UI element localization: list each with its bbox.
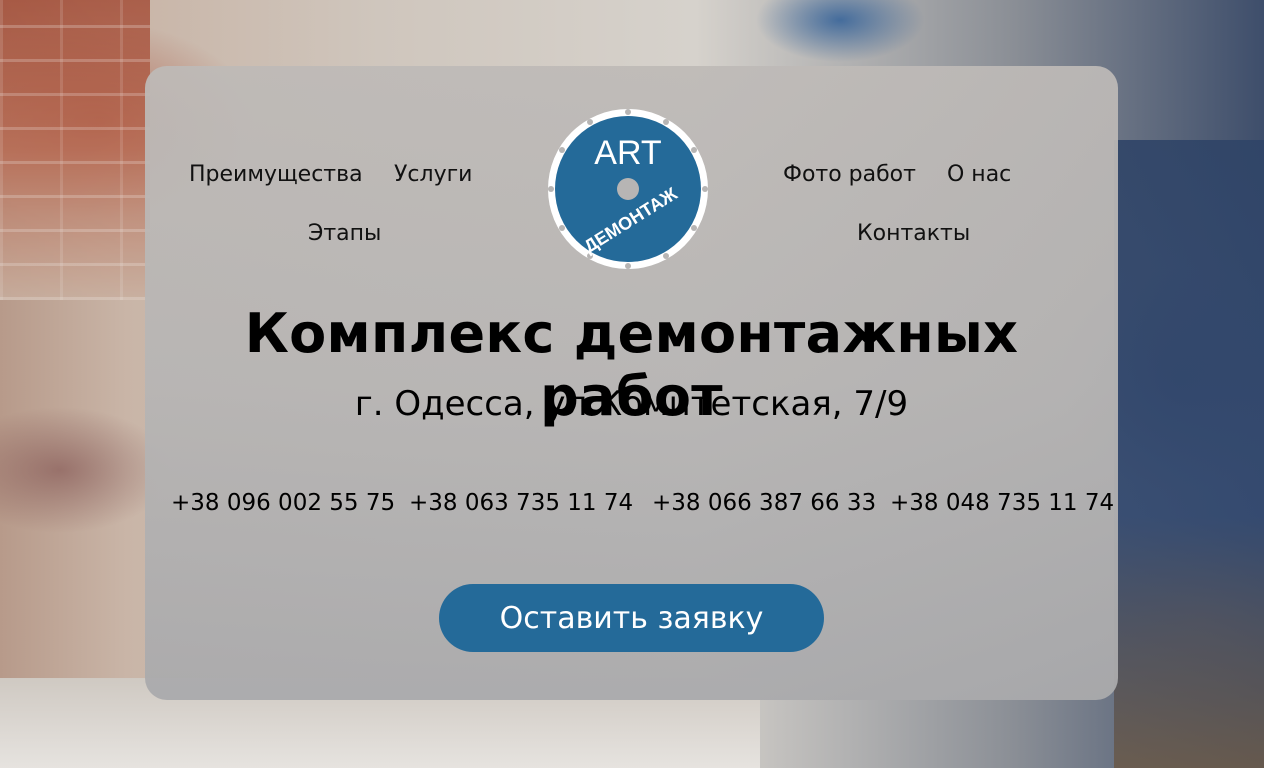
nav-link-advantages[interactable]: Преимущества [189, 162, 363, 187]
phone-link-1[interactable]: +38 096 002 55 75 [171, 490, 395, 516]
phone-link-4[interactable]: +38 048 735 11 74 [890, 490, 1114, 516]
nav-link-photos[interactable]: Фото работ [783, 162, 916, 187]
phone-link-3[interactable]: +38 066 387 66 33 [652, 490, 876, 516]
address: г. Одесса, ул.Комитетская, 7/9 [354, 384, 909, 424]
diamond-saw-blade-icon: ART ДЕМОНТАЖ [548, 109, 708, 269]
background-brick-wall [0, 0, 150, 300]
phone-link-2[interactable]: +38 063 735 11 74 [409, 490, 633, 516]
nav-link-contacts[interactable]: Контакты [857, 221, 970, 246]
logo[interactable]: ART ДЕМОНТАЖ [547, 108, 709, 270]
nav-link-services[interactable]: Услуги [394, 162, 472, 187]
submit-request-button[interactable]: Оставить заявку [439, 584, 824, 652]
background-worker [1114, 140, 1264, 768]
nav-link-about[interactable]: О нас [947, 162, 1011, 187]
hero-card: Преимущества Услуги Этапы ART ДЕМОНТАЖ Ф… [145, 66, 1118, 700]
hero-section: Преимущества Услуги Этапы ART ДЕМОНТАЖ Ф… [0, 0, 1264, 768]
logo-top-text: ART [594, 134, 661, 172]
nav-link-stages[interactable]: Этапы [308, 221, 381, 246]
